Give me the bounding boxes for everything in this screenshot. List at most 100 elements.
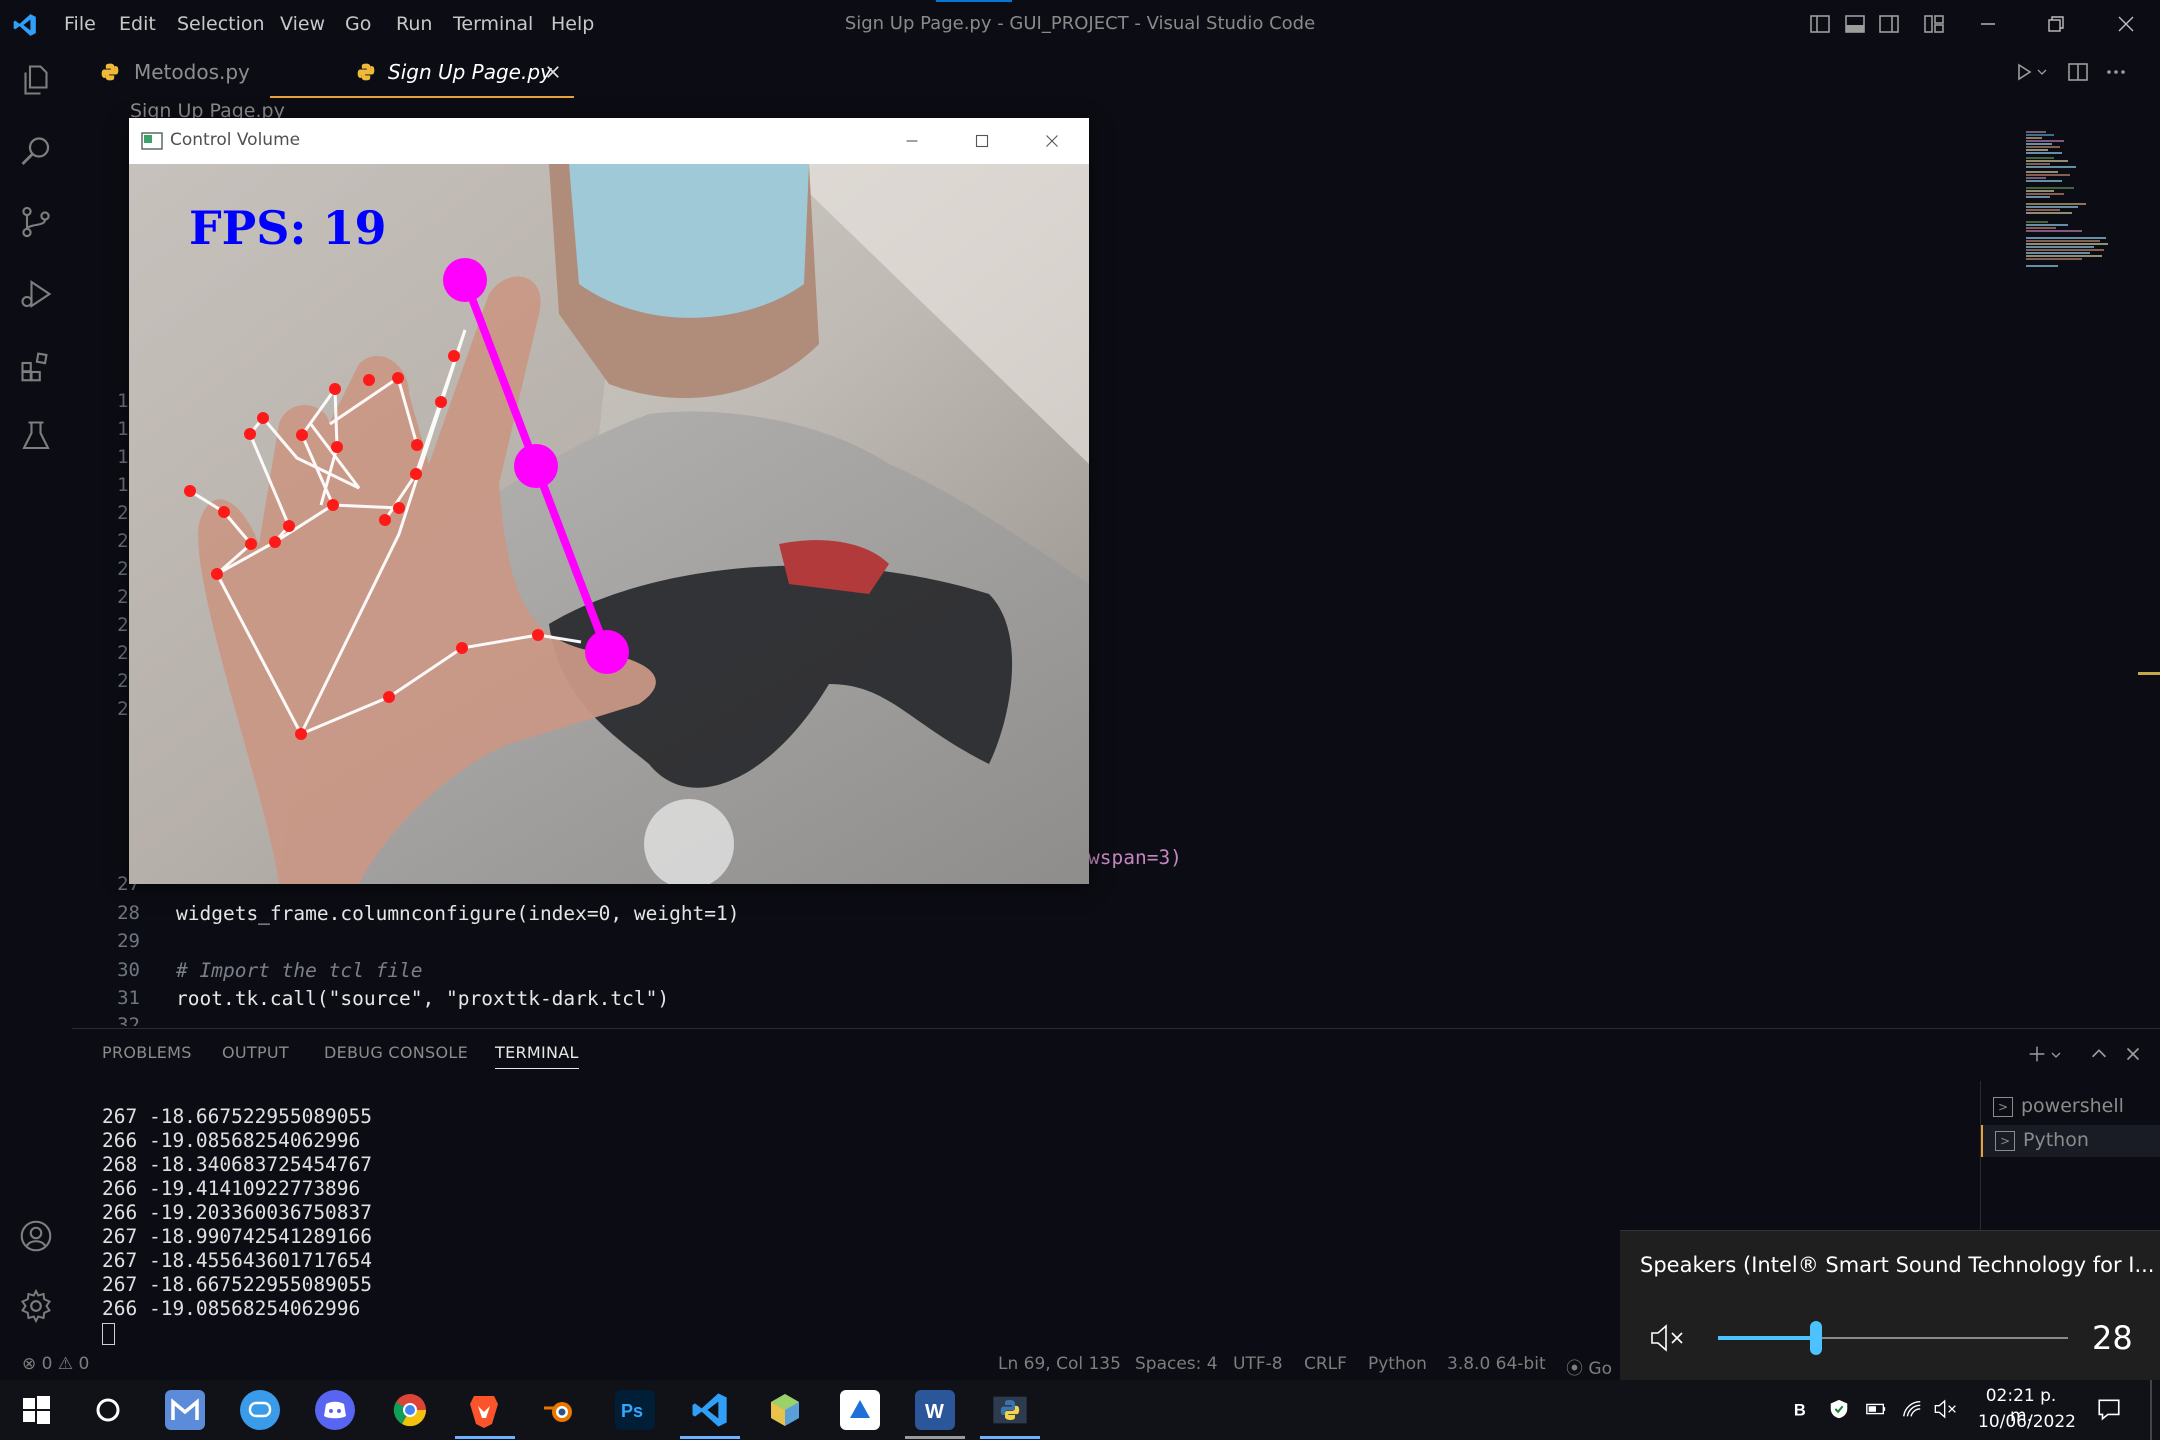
word-icon[interactable]: W — [915, 1390, 955, 1430]
menu-selection[interactable]: Selection — [177, 0, 265, 48]
brave-icon[interactable] — [464, 1390, 504, 1430]
python-interpreter[interactable]: 3.8.0 64-bit — [1447, 1354, 1546, 1374]
chrome-icon[interactable] — [390, 1390, 430, 1430]
show-desktop-strip[interactable] — [2150, 1380, 2152, 1440]
error-icon: ⊗ — [22, 1354, 37, 1374]
line-ending[interactable]: CRLF — [1304, 1354, 1347, 1374]
tab-problems[interactable]: PROBLEMS — [102, 1043, 192, 1062]
discord-face-icon — [324, 1401, 346, 1419]
maximize-icon[interactable] — [971, 130, 993, 152]
control-volume-window[interactable]: Control Volume FPS: 19 — [129, 118, 1089, 884]
code-line-28[interactable]: widgets_frame.columnconfigure(index=0, w… — [176, 902, 740, 925]
encoding[interactable]: UTF-8 — [1233, 1354, 1283, 1374]
minimap[interactable] — [2024, 130, 2114, 300]
svg-text:Ps: Ps — [621, 1401, 643, 1421]
window-app-icon — [141, 132, 163, 150]
python-taskbar-icon[interactable] — [990, 1390, 1030, 1430]
vscode-logo-icon — [692, 1393, 727, 1427]
blender-icon[interactable] — [540, 1390, 580, 1430]
language-mode[interactable]: Python — [1368, 1354, 1427, 1374]
cursor-position[interactable]: Ln 69, Col 135 — [998, 1354, 1121, 1374]
menu-help[interactable]: Help — [551, 0, 594, 48]
menu-file[interactable]: File — [64, 0, 96, 48]
customize-layout-icon[interactable] — [1922, 12, 1946, 36]
source-control-icon[interactable] — [18, 204, 54, 240]
windows-start-icon[interactable] — [16, 1390, 56, 1430]
tab-terminal[interactable]: TERMINAL — [495, 1043, 579, 1069]
tray-b-icon[interactable]: B — [1792, 1398, 1814, 1420]
terminal-line: 266 -19.203360036750837 — [102, 1201, 373, 1224]
terminal-item-python[interactable]: > Python — [1981, 1125, 2160, 1157]
menu-terminal[interactable]: Terminal — [453, 0, 533, 48]
tab-metodos[interactable]: Metodos.py — [86, 48, 264, 96]
search-circle-icon[interactable] — [88, 1390, 128, 1430]
close-panel-icon[interactable] — [2122, 1043, 2144, 1065]
testing-icon[interactable] — [18, 418, 54, 454]
wifi-icon[interactable] — [1900, 1398, 1924, 1420]
close-icon[interactable] — [1041, 130, 1063, 152]
explorer-icon[interactable] — [18, 62, 54, 98]
minimize-icon[interactable] — [901, 130, 923, 152]
menu-view[interactable]: View — [280, 0, 325, 48]
more-actions-icon[interactable] — [2104, 60, 2128, 84]
tab-sign-up-page[interactable]: Sign Up Page.py — [270, 48, 574, 98]
messenger-icon[interactable] — [240, 1390, 280, 1430]
terminal-item-powershell[interactable]: > powershell — [1981, 1093, 2160, 1123]
tab-output[interactable]: OUTPUT — [222, 1043, 289, 1062]
menu-edit[interactable]: Edit — [119, 0, 156, 48]
new-terminal-plus-icon[interactable] — [2026, 1043, 2048, 1065]
code-line-31[interactable]: root.tk.call("source", "proxttk-dark.tcl… — [176, 987, 669, 1010]
minimize-icon[interactable] — [1976, 12, 2000, 36]
toggle-secondary-sidebar-icon[interactable] — [1877, 12, 1901, 36]
vscode-logo-icon[interactable] — [12, 12, 38, 38]
volume-slider-thumb[interactable] — [1810, 1321, 1822, 1355]
security-shield-icon[interactable] — [1828, 1398, 1850, 1420]
search-icon[interactable] — [18, 134, 54, 170]
maximize-panel-icon[interactable] — [2088, 1043, 2110, 1065]
battery-icon[interactable] — [1864, 1398, 1888, 1420]
photoshop-icon[interactable]: Ps — [615, 1390, 655, 1430]
close-icon[interactable] — [2114, 12, 2138, 36]
cube-app-icon[interactable] — [765, 1390, 805, 1430]
toggle-panel-icon[interactable] — [1843, 12, 1867, 36]
go-live[interactable]: ⦿ Go — [1566, 1354, 1612, 1379]
run-python-file-icon[interactable] — [2012, 60, 2036, 84]
restore-icon[interactable] — [2044, 12, 2068, 36]
audio-device-name[interactable]: Speakers (Intel® Smart Sound Technology … — [1640, 1253, 2154, 1277]
volume-slider-track[interactable] — [1718, 1321, 2068, 1355]
warning-icon: ⚠ — [57, 1354, 74, 1374]
tab-debug-console[interactable]: DEBUG CONSOLE — [324, 1043, 468, 1062]
title-bar: File Edit Selection View Go Run Terminal… — [0, 0, 2160, 48]
vscode-taskbar-icon[interactable] — [690, 1390, 730, 1430]
brave-lion-icon — [470, 1396, 498, 1428]
notifications-icon[interactable] — [2096, 1396, 2122, 1422]
broadcast-icon: ⦿ — [1566, 1359, 1583, 1379]
volume-muted-tray-icon[interactable] — [1934, 1398, 1958, 1420]
chevron-down-icon[interactable] — [2036, 66, 2048, 78]
discord-icon[interactable] — [315, 1390, 355, 1430]
extensions-icon[interactable] — [18, 348, 54, 384]
volume-level: 28 — [2092, 1319, 2133, 1357]
accounts-icon[interactable] — [18, 1218, 54, 1254]
tab-close-icon[interactable] — [544, 63, 562, 81]
clock-date[interactable]: 10/06/2022 — [1978, 1412, 2076, 1432]
menu-run[interactable]: Run — [396, 0, 432, 48]
menu-go[interactable]: Go — [345, 0, 371, 48]
word-logo-icon: W — [925, 1401, 944, 1423]
run-debug-icon[interactable] — [18, 276, 54, 312]
chevron-down-icon[interactable] — [2050, 1049, 2062, 1061]
gmail-style-app-icon[interactable] — [165, 1390, 205, 1430]
terminal-prompt-icon: > — [1993, 1097, 2013, 1117]
code-line-26-tail[interactable]: wspan=3) — [1088, 846, 1182, 869]
camera-window-titlebar[interactable]: Control Volume — [129, 118, 1089, 164]
python-file-icon — [357, 63, 375, 81]
zoom-like-app-icon[interactable] — [840, 1390, 880, 1430]
speaker-muted-icon[interactable] — [1650, 1323, 1686, 1353]
toggle-primary-sidebar-icon[interactable] — [1808, 12, 1832, 36]
split-editor-icon[interactable] — [2066, 60, 2090, 84]
terminal-line: 268 -18.340683725454767 — [102, 1153, 373, 1176]
indentation[interactable]: Spaces: 4 — [1135, 1354, 1218, 1374]
code-line-30-comment[interactable]: # Import the tcl file — [176, 959, 423, 982]
problems-status[interactable]: ⊗ 0 ⚠ 0 — [22, 1354, 89, 1374]
manage-gear-icon[interactable] — [18, 1288, 54, 1324]
